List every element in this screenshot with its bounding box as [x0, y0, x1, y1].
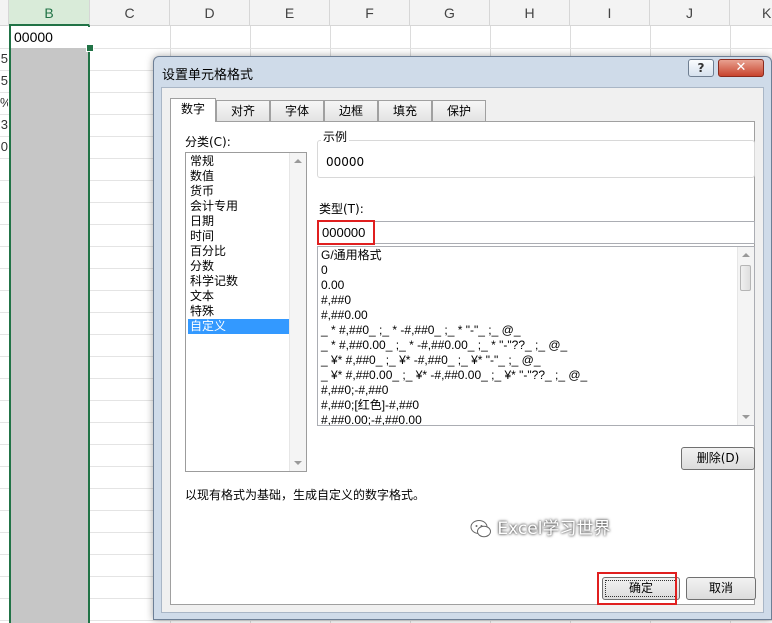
- column-header-e[interactable]: E: [250, 0, 330, 26]
- column-header-k[interactable]: K: [730, 0, 772, 26]
- format-item[interactable]: #,##0: [321, 293, 351, 308]
- selection-border: [9, 26, 90, 623]
- cell-a-fragment[interactable]: 5: [0, 71, 8, 91]
- category-item[interactable]: 百分比: [188, 244, 291, 259]
- cell-a-fragment[interactable]: %: [0, 93, 8, 113]
- tab-fill[interactable]: 填充: [378, 100, 432, 121]
- scroll-down-icon[interactable]: [742, 415, 750, 419]
- type-label: 类型(T):: [319, 202, 364, 216]
- column-header-i[interactable]: I: [570, 0, 650, 26]
- ok-button-highlight: [597, 572, 677, 605]
- column-header-h[interactable]: H: [490, 0, 570, 26]
- category-scrollbar[interactable]: [289, 153, 306, 471]
- cell-a-fragment[interactable]: 5: [0, 49, 8, 69]
- scroll-thumb[interactable]: [740, 265, 751, 291]
- tab-number[interactable]: 数字: [170, 98, 216, 122]
- column-header-f[interactable]: F: [330, 0, 410, 26]
- tab-font[interactable]: 字体: [270, 100, 324, 121]
- format-item[interactable]: #,##0;[红色]-#,##0: [321, 398, 419, 413]
- format-item[interactable]: _ ¥* #,##0.00_ ;_ ¥* -#,##0.00_ ;_ ¥* "-…: [321, 368, 587, 383]
- number-tab-panel: 分类(C): 常规 数值 货币 会计专用 日期 时间 百分比 分数 科学记数 文…: [170, 121, 755, 605]
- category-item[interactable]: 科学记数: [188, 274, 291, 289]
- cell-b1[interactable]: 00000: [11, 27, 92, 47]
- category-label: 分类(C):: [185, 135, 231, 149]
- format-item[interactable]: 0: [321, 263, 328, 278]
- category-item[interactable]: 分数: [188, 259, 291, 274]
- scroll-down-icon[interactable]: [294, 461, 302, 465]
- description-text: 以现有格式为基础，生成自定义的数字格式。: [185, 488, 426, 502]
- column-header-b[interactable]: B: [9, 0, 90, 26]
- column-header-g[interactable]: G: [410, 0, 490, 26]
- dialog-title-bar[interactable]: 设置单元格格式 ? ✕: [154, 57, 771, 87]
- format-item[interactable]: #,##0.00: [321, 308, 368, 323]
- category-item[interactable]: 货币: [188, 184, 291, 199]
- close-button[interactable]: ✕: [718, 59, 764, 77]
- cell-a-fragment[interactable]: 0: [0, 137, 8, 157]
- category-item[interactable]: 时间: [188, 229, 291, 244]
- tab-border[interactable]: 边框: [324, 100, 378, 121]
- format-item[interactable]: 0.00: [321, 278, 344, 293]
- sample-label: 示例: [321, 128, 350, 145]
- category-item[interactable]: 常规: [188, 154, 291, 169]
- tab-protection[interactable]: 保护: [432, 100, 486, 121]
- column-header-c[interactable]: C: [90, 0, 170, 26]
- cell-a-fragment[interactable]: 3: [0, 115, 8, 135]
- sample-value: 00000: [326, 155, 365, 169]
- tab-alignment[interactable]: 对齐: [216, 100, 270, 121]
- category-item[interactable]: 文本: [188, 289, 291, 304]
- column-header-d[interactable]: D: [170, 0, 250, 26]
- dialog-body: 数字 对齐 字体 边框 填充 保护 分类(C): 常规 数值 货币 会计专用 日…: [161, 87, 764, 613]
- grid-line: [0, 620, 772, 621]
- format-item[interactable]: #,##0.00;-#,##0.00: [321, 413, 422, 425]
- category-item[interactable]: 日期: [188, 214, 291, 229]
- scroll-up-icon[interactable]: [294, 159, 302, 163]
- format-cells-dialog: 设置单元格格式 ? ✕ 数字 对齐 字体 边框 填充 保护 分类(C): 常规 …: [153, 56, 772, 620]
- column-header-a-partial[interactable]: [0, 0, 9, 26]
- type-input-highlight: [317, 220, 375, 245]
- format-item[interactable]: G/通用格式: [321, 248, 382, 263]
- watermark: Excel学习世界: [470, 517, 610, 541]
- category-item[interactable]: 会计专用: [188, 199, 291, 214]
- cancel-button[interactable]: 取消: [686, 577, 756, 600]
- category-list[interactable]: 常规 数值 货币 会计专用 日期 时间 百分比 分数 科学记数 文本 特殊 自定…: [185, 152, 307, 472]
- format-item[interactable]: _ * #,##0_ ;_ * -#,##0_ ;_ * "-"_ ;_ @_: [321, 323, 521, 338]
- scroll-up-icon[interactable]: [742, 253, 750, 257]
- format-item[interactable]: _ * #,##0.00_ ;_ * -#,##0.00_ ;_ * "-"??…: [321, 338, 567, 353]
- help-button[interactable]: ?: [688, 59, 714, 77]
- category-item[interactable]: 特殊: [188, 304, 291, 319]
- category-item-custom[interactable]: 自定义: [188, 319, 291, 334]
- type-input[interactable]: 000000: [317, 221, 755, 244]
- format-item[interactable]: _ ¥* #,##0_ ;_ ¥* -#,##0_ ;_ ¥* "-"_ ;_ …: [321, 353, 541, 368]
- delete-button[interactable]: 删除(D): [681, 447, 755, 470]
- fill-handle[interactable]: [86, 44, 94, 52]
- sample-group: 00000: [317, 140, 755, 178]
- format-list-scrollbar[interactable]: [737, 247, 754, 425]
- format-code-list[interactable]: G/通用格式 0 0.00 #,##0 #,##0.00 _ * #,##0_ …: [317, 246, 755, 426]
- wechat-logo-icon: [470, 518, 492, 540]
- dialog-title: 设置单元格格式: [162, 68, 254, 83]
- format-item[interactable]: #,##0;-#,##0: [321, 383, 388, 398]
- category-item[interactable]: 数值: [188, 169, 291, 184]
- grid-line: [0, 48, 772, 49]
- column-header-j[interactable]: J: [650, 0, 730, 26]
- watermark-text: Excel学习世界: [497, 519, 611, 539]
